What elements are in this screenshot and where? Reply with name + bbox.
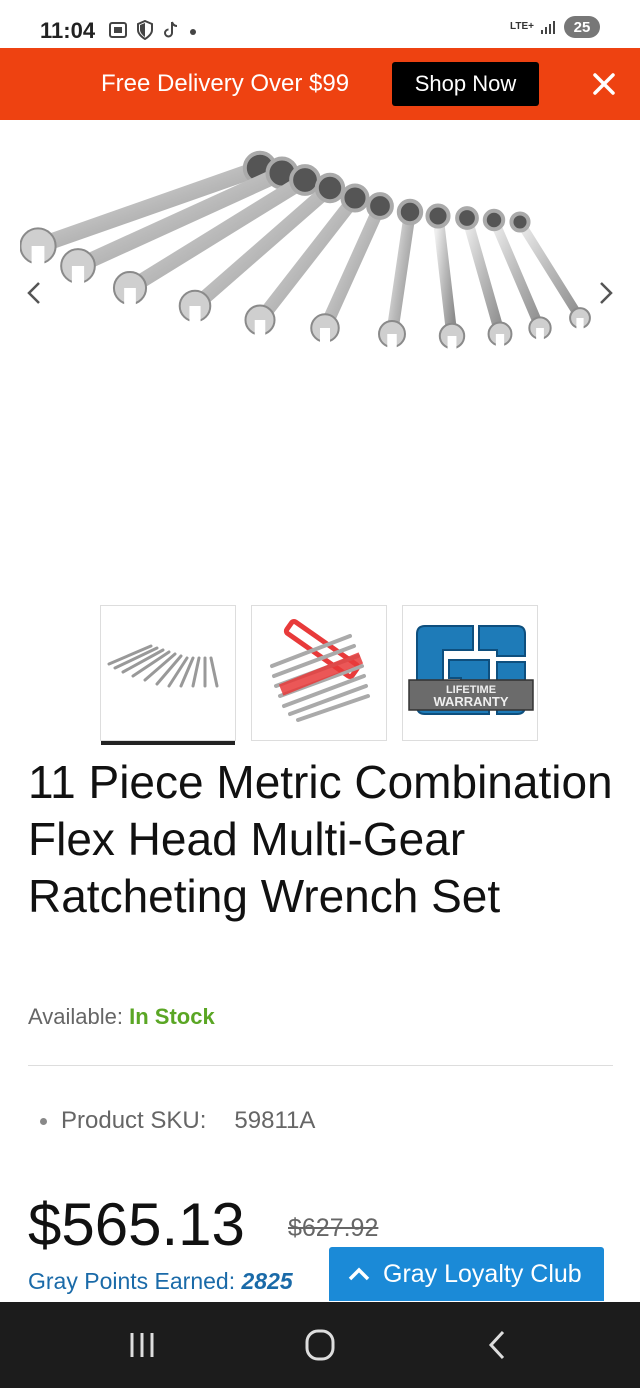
product-image <box>20 150 591 351</box>
thumbnail-wrench-rack[interactable] <box>251 605 387 741</box>
wrench-jaw-gap <box>320 328 330 345</box>
points-earned: Gray Points Earned: 2825 <box>28 1268 293 1295</box>
system-nav-bar <box>0 1302 640 1388</box>
wrench-ratchet-head <box>314 172 346 204</box>
recents-icon[interactable] <box>122 1328 162 1362</box>
divider <box>28 1065 613 1066</box>
dot-icon <box>190 29 196 35</box>
wrench-set-thumb-image <box>107 644 219 688</box>
wrench-rack-thumb-image <box>270 619 370 722</box>
status-time: 11:04 <box>40 18 96 43</box>
chevron-right-icon[interactable] <box>590 278 620 308</box>
bullet-icon <box>40 1117 47 1125</box>
product-sku: Product SKU: 59811A <box>40 1107 315 1135</box>
wrench-jaw-gap <box>71 266 85 286</box>
thumbnail-wrench-set[interactable] <box>100 605 236 745</box>
wrench-ratchet-head <box>455 206 479 230</box>
status-bar: 11:04 LTE+ 25 <box>0 0 640 48</box>
status-right: LTE+ 25 <box>510 16 600 38</box>
wrench-jaw-gap <box>536 328 544 341</box>
loyalty-label: Gray Loyalty Club <box>383 1259 582 1288</box>
wrench-ratchet-head <box>425 203 451 229</box>
shop-now-button[interactable]: Shop Now <box>392 62 539 106</box>
network-type: LTE+ <box>510 21 534 32</box>
wrench-ratchet-head <box>340 183 370 213</box>
svg-text:WARRANTY: WARRANTY <box>433 694 508 709</box>
loyalty-club-button[interactable]: Gray Loyalty Club <box>329 1247 604 1301</box>
home-icon[interactable] <box>300 1328 340 1362</box>
points-label: Gray Points Earned: <box>28 1268 236 1294</box>
promo-banner: Free Delivery Over $99 Shop Now <box>0 48 640 120</box>
wrench-jaw-gap <box>254 320 266 338</box>
availability-label: Available: <box>28 1004 123 1029</box>
chevron-up-icon <box>348 1267 370 1281</box>
wrench-ratchet-head <box>396 198 424 226</box>
product-image-carousel[interactable] <box>0 120 640 590</box>
wrench-jaw-gap <box>447 336 457 351</box>
wrench-jaw-gap <box>495 334 505 348</box>
wrench-jaw-gap <box>576 318 584 330</box>
wrench-shaft <box>461 212 506 340</box>
shield-icon <box>137 20 153 40</box>
thumbnail-lifetime-warranty[interactable]: LIFETIME WARRANTY <box>402 605 538 741</box>
wrench-ratchet-head <box>509 211 531 233</box>
wrench-jaw-gap <box>189 306 201 325</box>
signal-icon <box>541 21 555 34</box>
wrench-jaw-gap <box>387 334 397 350</box>
screenshot-icon <box>109 22 127 38</box>
wrench-shaft <box>432 210 458 342</box>
sku-value: 59811A <box>234 1107 316 1134</box>
wrench-ratchet-head <box>482 208 506 232</box>
availability: Available: In Stock <box>28 1004 215 1030</box>
chevron-left-icon[interactable] <box>20 278 50 308</box>
tiktok-icon <box>164 21 178 38</box>
wrench-ratchet-head <box>366 192 394 220</box>
points-value: 2825 <box>241 1268 293 1294</box>
close-icon[interactable] <box>588 68 620 100</box>
wrench-ratchet-head <box>289 164 321 196</box>
status-icons <box>108 20 198 40</box>
original-price: $627.92 <box>288 1214 379 1242</box>
promo-text: Free Delivery Over $99 <box>101 70 350 97</box>
lifetime-warranty-thumb-image: LIFETIME WARRANTY <box>408 625 534 715</box>
wrench-shaft <box>386 206 416 340</box>
battery-indicator: 25 <box>564 16 600 38</box>
wrench-group <box>20 150 591 351</box>
stock-status: In Stock <box>129 1004 215 1029</box>
current-price: $565.13 <box>28 1191 245 1258</box>
wrench-jaw-gap <box>31 246 45 267</box>
wrench-jaw-gap <box>124 288 136 307</box>
sku-label: Product SKU: <box>61 1107 207 1134</box>
back-icon[interactable] <box>478 1328 518 1362</box>
product-title: 11 Piece Metric Combination Flex Head Mu… <box>28 756 613 922</box>
thumbnail-strip: LIFETIME WARRANTY <box>100 605 538 745</box>
